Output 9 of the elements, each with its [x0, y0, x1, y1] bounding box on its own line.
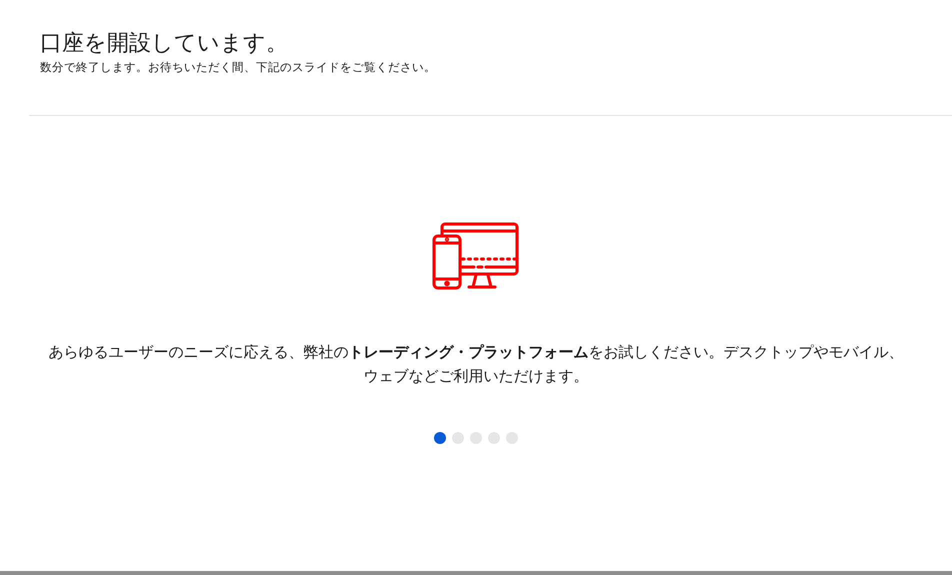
pagination-dot[interactable] — [470, 432, 482, 444]
pagination-dot[interactable] — [452, 432, 464, 444]
pagination-dot[interactable] — [488, 432, 500, 444]
devices-icon — [432, 222, 518, 290]
page-subtitle: 数分で終了します。お待ちいただく間、下記のスライドをご覧ください。 — [40, 59, 437, 75]
page-title: 口座を開設しています。 — [40, 30, 289, 58]
slide-description: あらゆるユーザーのニーズに応える、弊社のトレーディング・プラットフォームをお試しください。デスクトップやモバイル、ウェブなどご利用いただけます。 — [48, 342, 904, 387]
pagination-dot[interactable] — [434, 432, 446, 444]
pagination-dot[interactable] — [506, 432, 518, 444]
